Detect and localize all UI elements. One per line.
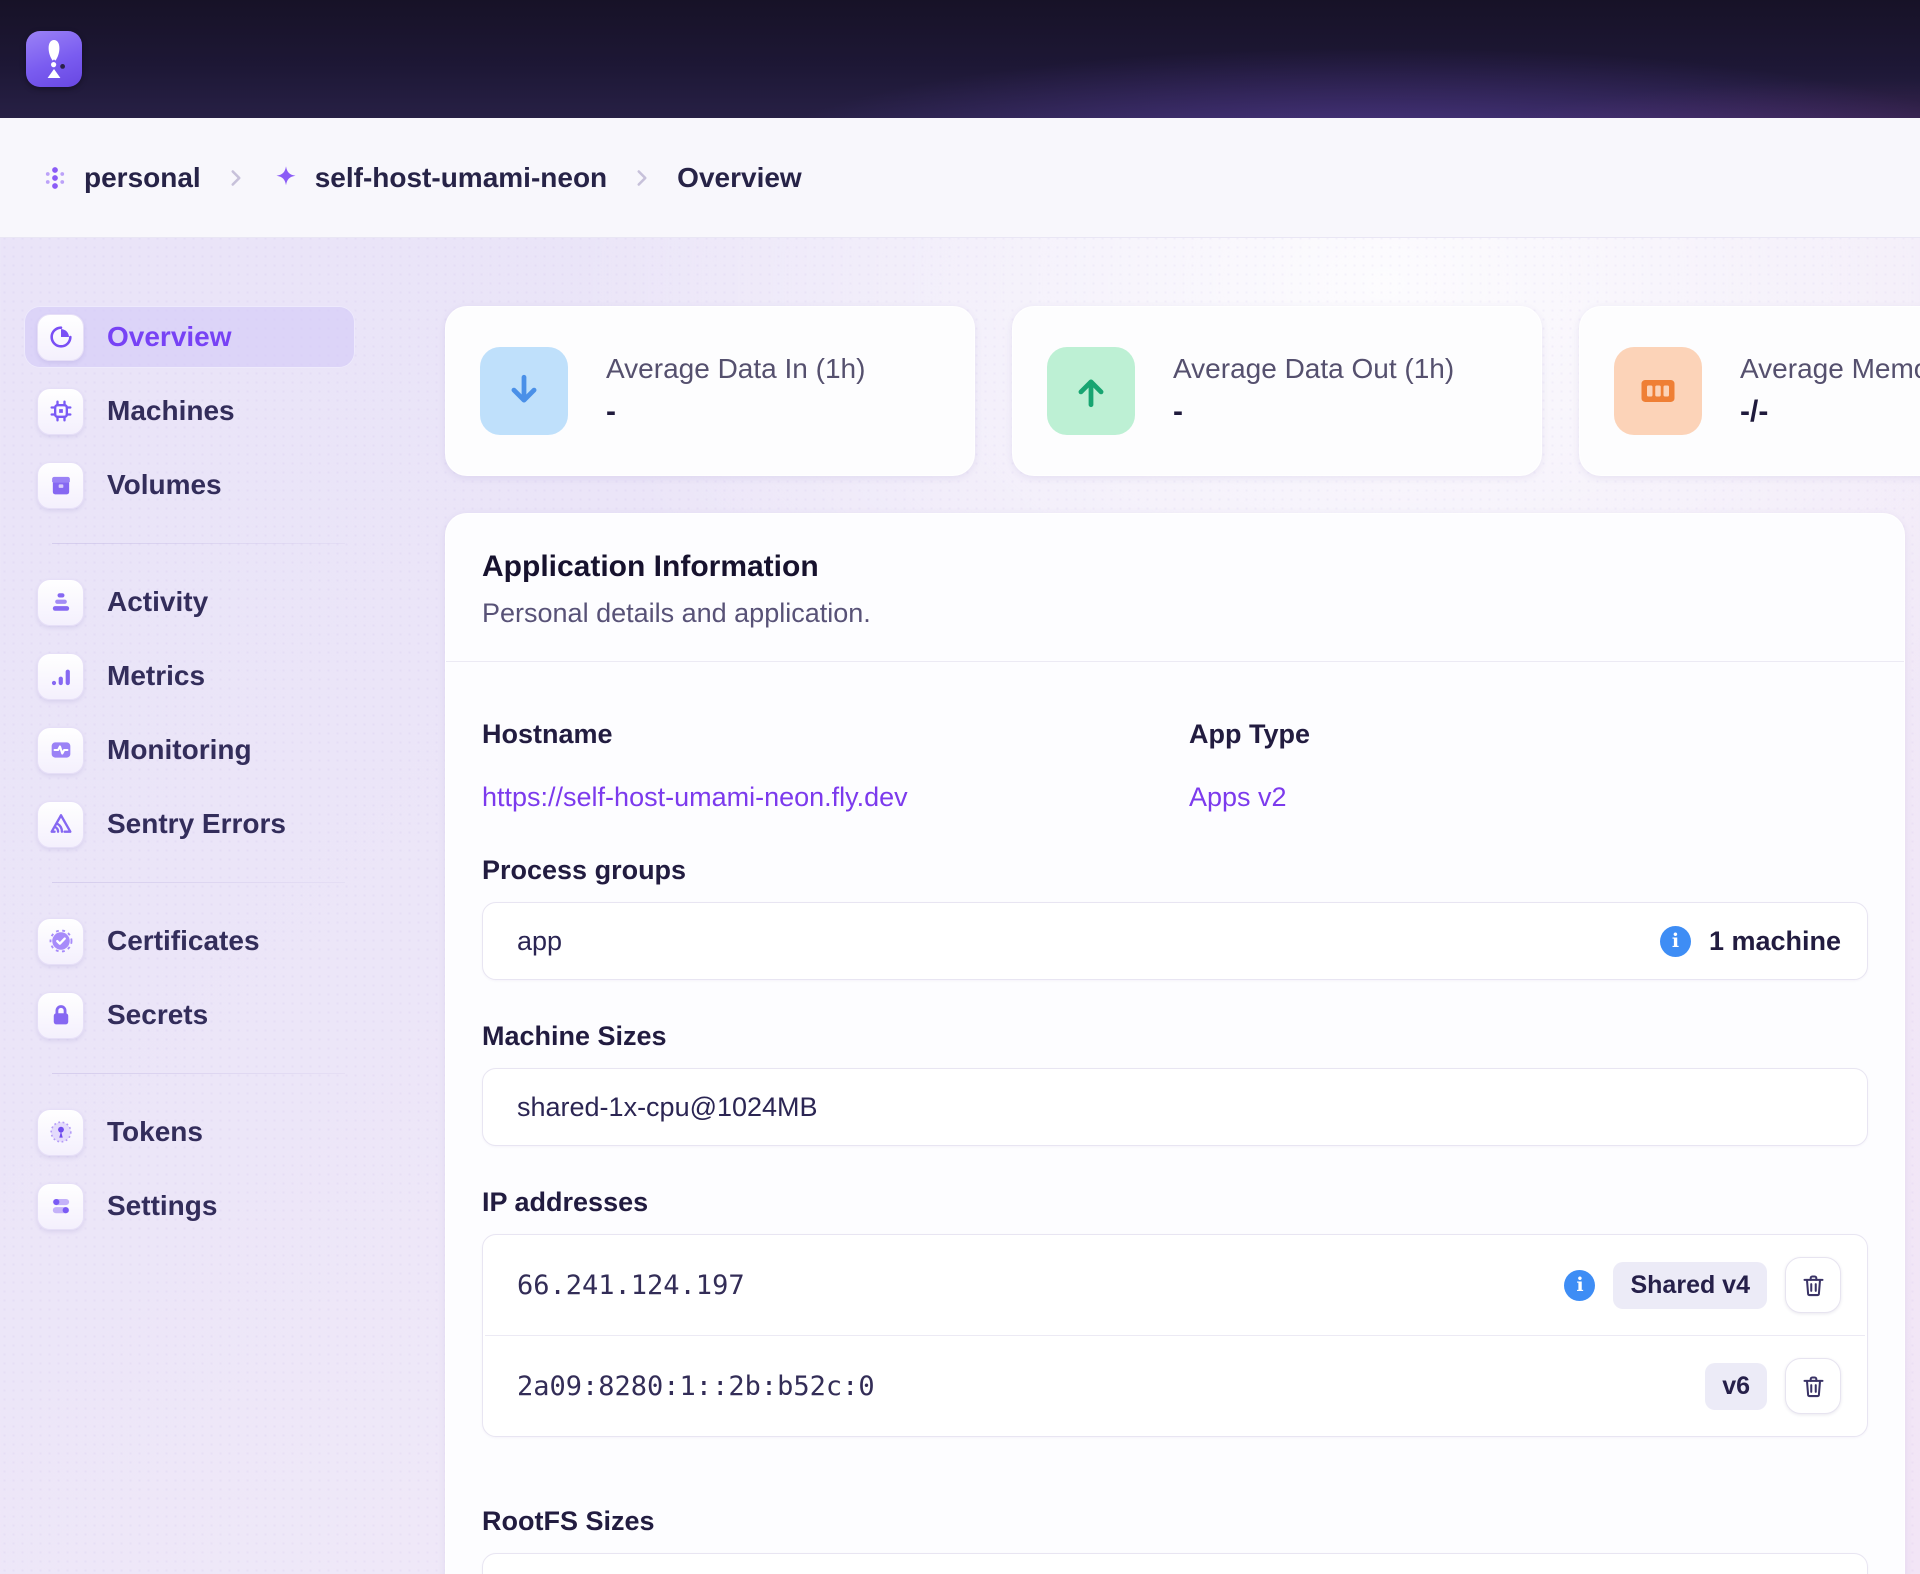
sidebar-item-label: Overview xyxy=(107,321,232,353)
hostname-link[interactable]: https://self-host-umami-neon.fly.dev xyxy=(482,780,908,814)
sidebar-item-label: Activity xyxy=(107,586,208,618)
app-type-label: App Type xyxy=(1189,718,1868,750)
settings-icon xyxy=(37,1183,84,1230)
chevron-right-icon xyxy=(629,165,655,191)
sidebar-item-machines[interactable]: Machines xyxy=(24,380,355,442)
stat-value: - xyxy=(606,395,865,429)
top-app-bar xyxy=(0,0,1920,118)
ip-address-value: 2a09:8280:1::2b:b52c:0 xyxy=(517,1371,875,1402)
fly-balloon-icon[interactable] xyxy=(26,31,82,87)
process-group-machine-count: 1 machine xyxy=(1709,926,1841,957)
delete-ip-button[interactable] xyxy=(1785,1358,1841,1414)
sidebar-item-activity[interactable]: Activity xyxy=(24,571,355,633)
sidebar-item-label: Metrics xyxy=(107,660,205,692)
sparkle-icon xyxy=(271,163,301,193)
breadcrumb-page-label: Overview xyxy=(677,162,802,194)
breadcrumb-app-label: self-host-umami-neon xyxy=(315,162,607,194)
info-icon[interactable]: i xyxy=(1564,1270,1595,1301)
memory-chip-icon xyxy=(1614,347,1702,435)
stat-card-data-out: Average Data Out (1h) - xyxy=(1012,306,1542,476)
certificate-icon xyxy=(37,918,84,965)
rootfs-row: 171 MB i 1 machine xyxy=(483,1554,1867,1574)
overview-icon xyxy=(37,314,84,361)
metrics-icon xyxy=(37,653,84,700)
activity-icon xyxy=(37,579,84,626)
machines-icon xyxy=(37,388,84,435)
stat-value: - xyxy=(1173,395,1454,429)
sidebar-item-label: Settings xyxy=(107,1190,217,1222)
ip-addresses-label: IP addresses xyxy=(482,1186,1868,1218)
sidebar-item-monitoring[interactable]: Monitoring xyxy=(24,719,355,781)
card-title: Application Information xyxy=(482,550,1868,584)
sidebar-item-settings[interactable]: Settings xyxy=(24,1175,355,1237)
process-group-row: app i 1 machine xyxy=(483,903,1867,979)
volumes-icon xyxy=(37,462,84,509)
app-type-link[interactable]: Apps v2 xyxy=(1189,780,1287,814)
info-icon[interactable]: i xyxy=(1660,926,1691,957)
card-subtitle: Personal details and application. xyxy=(482,598,1868,629)
stat-label: Average Data In (1h) xyxy=(606,353,865,385)
org-dots-icon xyxy=(40,163,70,193)
breadcrumb: personal self-host-umami-neon Overview xyxy=(0,118,1920,238)
ip-address-row: 66.241.124.197 i Shared v4 xyxy=(483,1235,1867,1335)
chevron-right-icon xyxy=(223,165,249,191)
machine-size-row: shared-1x-cpu@1024MB xyxy=(483,1069,1867,1145)
delete-ip-button[interactable] xyxy=(1785,1257,1841,1313)
sidebar-item-label: Tokens xyxy=(107,1116,203,1148)
ip-type-badge: Shared v4 xyxy=(1613,1262,1767,1309)
sidebar-item-label: Secrets xyxy=(107,999,208,1031)
lock-icon xyxy=(37,992,84,1039)
token-icon xyxy=(37,1109,84,1156)
machine-sizes-label: Machine Sizes xyxy=(482,1020,1868,1052)
sidebar-item-sentry-errors[interactable]: Sentry Errors xyxy=(24,793,355,855)
sidebar-item-overview[interactable]: Overview xyxy=(24,306,355,368)
ip-type-badge: v6 xyxy=(1705,1363,1767,1410)
sidebar-item-certificates[interactable]: Certificates xyxy=(24,910,355,972)
stat-card-memory: Average Memory -/- xyxy=(1579,306,1920,476)
sidebar: Overview Machines Volumes xyxy=(24,306,355,1574)
machine-size-value: shared-1x-cpu@1024MB xyxy=(517,1092,818,1123)
sidebar-item-metrics[interactable]: Metrics xyxy=(24,645,355,707)
sidebar-item-label: Volumes xyxy=(107,469,222,501)
sidebar-item-secrets[interactable]: Secrets xyxy=(24,984,355,1046)
breadcrumb-app[interactable]: self-host-umami-neon xyxy=(271,162,607,194)
stat-card-data-in: Average Data In (1h) - xyxy=(445,306,975,476)
stat-label: Average Memory xyxy=(1740,353,1920,385)
application-information-card: Application Information Personal details… xyxy=(445,513,1905,1574)
sidebar-divider xyxy=(52,882,345,883)
sidebar-divider xyxy=(52,1073,345,1074)
stat-cards-row: Average Data In (1h) - Average Data Out … xyxy=(445,306,1920,476)
ip-address-row: 2a09:8280:1::2b:b52c:0 v6 xyxy=(483,1336,1867,1436)
sidebar-item-volumes[interactable]: Volumes xyxy=(24,454,355,516)
monitoring-icon xyxy=(37,727,84,774)
sentry-icon xyxy=(37,801,84,848)
download-arrow-icon xyxy=(480,347,568,435)
sidebar-item-tokens[interactable]: Tokens xyxy=(24,1101,355,1163)
sidebar-divider xyxy=(52,543,345,544)
process-groups-label: Process groups xyxy=(482,854,1868,886)
breadcrumb-org[interactable]: personal xyxy=(40,162,201,194)
rootfs-sizes-label: RootFS Sizes xyxy=(482,1505,1868,1537)
stat-label: Average Data Out (1h) xyxy=(1173,353,1454,385)
sidebar-item-label: Sentry Errors xyxy=(107,808,286,840)
sidebar-item-label: Machines xyxy=(107,395,235,427)
process-group-name: app xyxy=(517,926,562,957)
stat-value: -/- xyxy=(1740,395,1920,429)
sidebar-item-label: Monitoring xyxy=(107,734,252,766)
ip-address-value: 66.241.124.197 xyxy=(517,1270,745,1301)
main-content: Average Data In (1h) - Average Data Out … xyxy=(445,306,1905,1574)
sidebar-item-label: Certificates xyxy=(107,925,260,957)
breadcrumb-org-label: personal xyxy=(84,162,201,194)
breadcrumb-page[interactable]: Overview xyxy=(677,162,802,194)
upload-arrow-icon xyxy=(1047,347,1135,435)
hostname-label: Hostname xyxy=(482,718,1189,750)
